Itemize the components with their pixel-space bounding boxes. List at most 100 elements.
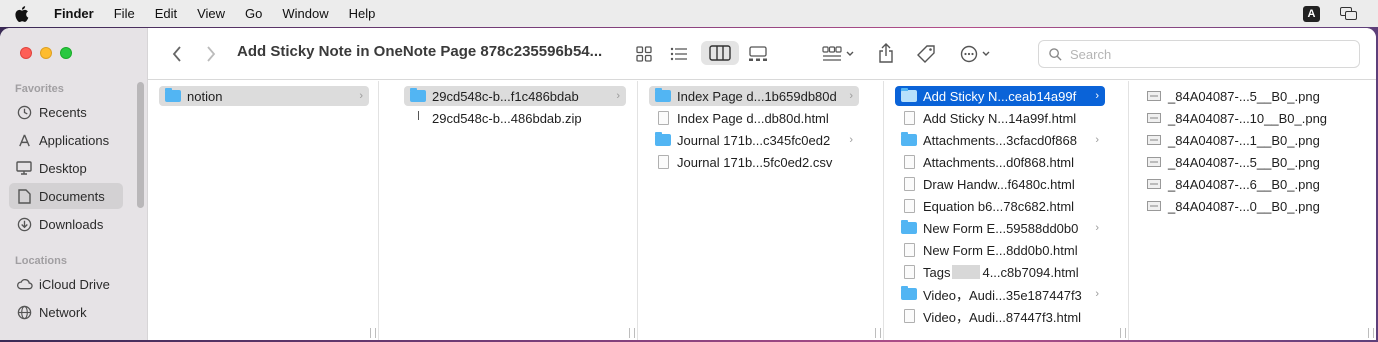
browser-column-3: Index Page d...1b659db80d › Index Page d… — [639, 81, 884, 340]
sidebar-item-label: iCloud Drive — [39, 276, 110, 292]
share-button[interactable] — [874, 40, 898, 66]
item-name: notion — [187, 88, 223, 104]
item-name: Attachments...d0f868.html — [923, 154, 1075, 170]
sidebar-item-desktop[interactable]: Desktop — [9, 155, 123, 181]
group-icon — [822, 46, 842, 61]
html-file-icon — [900, 198, 918, 214]
item-name: Attachments...3cfacd0f868 — [923, 132, 1077, 148]
menu-go[interactable]: Go — [235, 6, 272, 21]
list-item[interactable]: _84A04087-...5__B0_.png — [1140, 86, 1350, 106]
gallery-view-button[interactable] — [745, 42, 771, 66]
item-name: Journal 171b...c345fc0ed2 — [677, 132, 831, 148]
list-item[interactable]: _84A04087-...0__B0_.png — [1140, 196, 1350, 216]
sidebar-item-applications[interactable]: Applications — [9, 127, 123, 153]
more-actions-button[interactable] — [956, 42, 994, 66]
forward-button[interactable] — [200, 42, 222, 66]
item-name: _84A04087-...6__B0_.png — [1168, 176, 1320, 192]
menu-edit[interactable]: Edit — [145, 6, 187, 21]
sidebar-item-network[interactable]: Network — [9, 299, 123, 325]
back-button[interactable] — [166, 42, 188, 66]
list-item[interactable]: Video，Audi...35e187447f3 › — [895, 284, 1105, 304]
column-resize-handle[interactable] — [1120, 328, 1126, 338]
folder-icon — [900, 88, 918, 104]
clock-icon — [15, 103, 33, 121]
item-name: New Form E...8dd0b0.html — [923, 242, 1078, 258]
list-item[interactable]: New Form E...59588dd0b0 › — [895, 218, 1105, 238]
column-resize-handle[interactable] — [1368, 328, 1374, 338]
menu-window[interactable]: Window — [272, 6, 338, 21]
list-item[interactable]: Equation b6...78c682.html — [895, 196, 1105, 216]
list-icon — [670, 47, 687, 61]
column-resize-handle[interactable] — [875, 328, 881, 338]
list-item[interactable]: Index Page d...db80d.html — [649, 108, 859, 128]
html-file-icon — [900, 264, 918, 280]
list-item[interactable]: Attachments...d0f868.html — [895, 152, 1105, 172]
item-name: Video，Audi...35e187447f3 — [923, 287, 1082, 303]
csv-file-icon — [654, 154, 672, 170]
icon-view-button[interactable] — [632, 42, 656, 66]
search-input[interactable] — [1070, 46, 1350, 62]
redacted-text — [952, 265, 981, 279]
menu-file[interactable]: File — [104, 6, 145, 21]
list-item[interactable]: Index Page d...1b659db80d › — [649, 86, 859, 106]
sidebar-item-documents[interactable]: Documents — [9, 183, 123, 209]
list-item[interactable]: Draw Handw...f6480c.html — [895, 174, 1105, 194]
search-field[interactable] — [1038, 40, 1360, 68]
item-name-suffix: 4...c8b7094.html — [982, 264, 1079, 280]
column-view-button[interactable] — [701, 41, 739, 65]
sidebar-scrollbar[interactable] — [137, 82, 144, 208]
item-name: Equation b6...78c682.html — [923, 198, 1075, 214]
finder-window: Favorites Recents Applications Desktop D… — [0, 28, 1376, 340]
list-item[interactable]: Journal 171b...c345fc0ed2 › — [649, 130, 859, 150]
menu-help[interactable]: Help — [339, 6, 386, 21]
column-resize-handle[interactable] — [629, 328, 635, 338]
columns-icon — [709, 45, 731, 61]
zip-file-icon — [409, 110, 427, 126]
item-name: _84A04087-...0__B0_.png — [1168, 198, 1320, 214]
list-item[interactable]: Video，Audi...87447f3.html — [895, 306, 1105, 326]
list-item[interactable]: Attachments...3cfacd0f868 › — [895, 130, 1105, 150]
close-window-button[interactable] — [20, 47, 32, 59]
list-item[interactable]: _84A04087-...5__B0_.png — [1140, 152, 1350, 172]
column-resize-handle[interactable] — [370, 328, 376, 338]
item-name: Tags — [923, 264, 951, 280]
sidebar-item-downloads[interactable]: Downloads — [9, 211, 123, 237]
list-item[interactable]: Tags 4...c8b7094.html — [895, 262, 1105, 282]
menu-finder[interactable]: Finder — [44, 6, 104, 21]
locations-section-label: Locations — [15, 255, 67, 267]
list-item[interactable]: Journal 171b...5fc0ed2.csv — [649, 152, 859, 172]
chevron-right-icon: › — [359, 90, 363, 102]
chevron-right-icon: › — [849, 90, 853, 102]
chevron-right-icon: › — [616, 90, 620, 102]
toolbar: Add Sticky Note in OneNote Page 878c2355… — [148, 28, 1376, 80]
screen-mirroring-icon[interactable] — [1340, 6, 1358, 21]
sidebar-item-recents[interactable]: Recents — [9, 99, 123, 125]
list-item[interactable]: New Form E...8dd0b0.html — [895, 240, 1105, 260]
list-item[interactable]: Add Sticky N...14a99f.html — [895, 108, 1105, 128]
group-by-button[interactable] — [818, 42, 858, 66]
minimize-window-button[interactable] — [40, 47, 52, 59]
input-source-icon[interactable]: A — [1303, 5, 1320, 22]
window-title: Add Sticky Note in OneNote Page 878c2355… — [237, 43, 603, 60]
item-name: 29cd548c-b...486bdab.zip — [432, 110, 582, 126]
sidebar-item-icloud-drive[interactable]: iCloud Drive — [9, 271, 123, 297]
image-file-icon — [1145, 110, 1163, 126]
list-item[interactable]: Add Sticky N...ceab14a99f › — [895, 86, 1105, 106]
tags-button[interactable] — [914, 42, 938, 66]
zoom-window-button[interactable] — [60, 47, 72, 59]
list-item[interactable]: notion › — [159, 86, 369, 106]
list-item[interactable]: _84A04087-...10__B0_.png — [1140, 108, 1350, 128]
list-item[interactable]: _84A04087-...1__B0_.png — [1140, 130, 1350, 150]
html-file-icon — [900, 110, 918, 126]
sidebar: Favorites Recents Applications Desktop D… — [0, 28, 148, 340]
list-view-button[interactable] — [667, 42, 691, 66]
sidebar-item-label: Applications — [39, 132, 110, 148]
list-item[interactable]: 29cd548c-b...486bdab.zip — [404, 108, 626, 128]
list-item[interactable]: 29cd548c-b...f1c486bdab › — [404, 86, 626, 106]
item-name: _84A04087-...10__B0_.png — [1168, 110, 1328, 126]
sidebar-item-label: Recents — [39, 104, 87, 120]
list-item[interactable]: _84A04087-...6__B0_.png — [1140, 174, 1350, 194]
item-name: _84A04087-...5__B0_.png — [1168, 154, 1320, 170]
menu-view[interactable]: View — [187, 6, 235, 21]
apple-menu-icon[interactable] — [0, 5, 44, 22]
